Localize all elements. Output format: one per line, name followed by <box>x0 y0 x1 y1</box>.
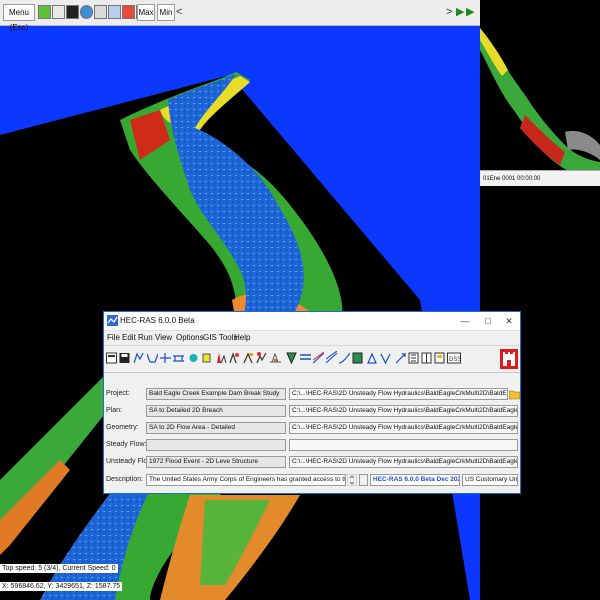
unsteady-flow-field-row: Unsteady Flow: 1972 Flood Event - 2D Lev… <box>104 456 520 470</box>
geometry-label: Geometry: <box>106 424 139 431</box>
open-icon[interactable] <box>106 351 117 365</box>
geometry-field-row: Geometry: SA to 2D Flow Area - Detailed … <box>104 422 520 436</box>
menu-help[interactable]: Help <box>234 331 250 345</box>
steady-flow-field-row: Steady Flow: <box>104 439 520 453</box>
steady-flow-path-field[interactable] <box>289 439 518 451</box>
dss-viewer-icon[interactable] <box>434 351 445 365</box>
min-button[interactable]: Min <box>157 4 175 21</box>
quasi-unsteady-icon[interactable] <box>256 351 267 365</box>
cross-section-icon[interactable] <box>147 351 158 365</box>
plan-path-field[interactable]: C:\...\HEC-RAS\2D Unsteady Flow Hydrauli… <box>289 405 518 417</box>
unsteady-flow-name-field[interactable]: 1972 Flood Event - 2D Leve Structure <box>146 456 286 468</box>
description-scroll-icon[interactable] <box>347 474 357 486</box>
stage-flow-hydrograph-icon[interactable] <box>367 351 378 365</box>
steady-flow-name-field[interactable] <box>146 439 286 451</box>
junction-icon[interactable] <box>160 351 171 365</box>
rating-curve-icon[interactable] <box>339 351 350 365</box>
palette-icon[interactable] <box>122 5 135 19</box>
viewer-toolbar: Menu (Esc) Max Min < > ▶ ▶ <box>0 0 480 32</box>
inline-structure-icon[interactable] <box>188 351 199 365</box>
3d-viewer[interactable]: Menu (Esc) Max Min < > ▶ ▶ 01Ene 0001 00… <box>0 0 600 600</box>
menu-run[interactable]: Run <box>138 331 153 345</box>
profile-table-icon[interactable] <box>408 351 419 365</box>
geometry-path-field[interactable]: C:\...\HEC-RAS\2D Unsteady Flow Hydrauli… <box>289 422 518 434</box>
toolbar: DSS <box>104 345 520 373</box>
unsteady-flow-path-field[interactable]: C:\...\HEC-RAS\2D Unsteady Flow Hydrauli… <box>289 456 518 468</box>
project-path-field[interactable]: C:\...\HEC-RAS\2D Unsteady Flow Hydrauli… <box>289 388 508 400</box>
project-field-row: Project: Bald Eagle Creek Example Dam Br… <box>104 388 520 402</box>
description-label: Description: <box>106 476 143 483</box>
coordinates-readout: X: 596846.62, Y: 3429651, Z: 1587.75 <box>0 582 123 591</box>
summary-errors-icon[interactable] <box>421 351 432 365</box>
globe-icon[interactable] <box>80 5 93 19</box>
menu-file[interactable]: File <box>107 331 120 345</box>
scroll-right-icon[interactable]: > <box>446 4 452 20</box>
cursor-icon[interactable] <box>108 5 121 19</box>
camera-icon[interactable] <box>52 5 65 19</box>
speed-status: Top speed: 5 (3/4), Current Speed: 0 <box>0 564 118 573</box>
hec-ras-window[interactable]: HEC-RAS 6.0.0 Beta — □ ✕ File Edit Run V… <box>103 311 521 494</box>
plan-name-field[interactable]: SA to Detailed 2D Breach <box>146 405 286 417</box>
xyz-plot-icon[interactable] <box>352 351 363 365</box>
lateral-structure-icon[interactable] <box>201 351 212 365</box>
description-field[interactable]: The United States Army Corps of Engineer… <box>146 474 346 486</box>
folder-icon[interactable] <box>509 388 520 400</box>
window-title: HEC-RAS 6.0.0 Beta <box>120 316 195 325</box>
water-quality-icon[interactable] <box>286 351 297 365</box>
steady-flow-icon[interactable] <box>229 351 240 365</box>
svg-text:DSS: DSS <box>449 357 461 363</box>
project-label: Project: <box>106 390 130 397</box>
unsteady-flow-icon[interactable] <box>243 351 254 365</box>
description-expand-button[interactable] <box>359 474 368 486</box>
save-icon[interactable] <box>119 351 130 365</box>
max-button[interactable]: Max <box>137 4 155 21</box>
menu-button[interactable]: Menu (Esc) <box>3 4 35 32</box>
add-icon[interactable] <box>38 5 51 19</box>
description-field-row: Description: The United States Army Corp… <box>104 473 520 489</box>
project-name-field[interactable]: Bald Eagle Creek Example Dam Break Study <box>146 388 286 400</box>
plan-field-row: Plan: SA to Detailed 2D Breach C:\...\HE… <box>104 405 520 419</box>
hydraulic-table-icon[interactable] <box>380 351 391 365</box>
detailed-table-icon[interactable] <box>395 351 406 365</box>
geometry-name-field[interactable]: SA to 2D Flow Area - Detailed <box>146 422 286 434</box>
usace-castle-logo-icon[interactable] <box>500 349 518 369</box>
maximize-button[interactable]: □ <box>477 312 499 330</box>
cross-section-plot-icon[interactable] <box>326 351 337 365</box>
steady-flow-label: Steady Flow: <box>106 441 147 448</box>
hydraulic-design-icon[interactable] <box>300 351 311 365</box>
menu-view[interactable]: View <box>155 331 172 345</box>
menu-edit[interactable]: Edit <box>122 331 136 345</box>
profile-plot-icon[interactable] <box>313 351 324 365</box>
bridge-icon[interactable] <box>173 351 184 365</box>
ras-mapper-icon[interactable]: DSS <box>447 351 461 365</box>
scroll-left-icon[interactable]: < <box>176 4 182 20</box>
version-label: HEC-RAS 6.0.0 Beta Dec 2020 <box>370 474 460 486</box>
storage-area-icon[interactable] <box>216 351 227 365</box>
hec-ras-app-icon <box>107 315 118 326</box>
minimize-button[interactable]: — <box>454 312 476 330</box>
image-icon[interactable] <box>94 5 107 19</box>
menu-bar: File Edit Run View Options GIS Tools Hel… <box>104 331 520 345</box>
plan-label: Plan: <box>106 407 122 414</box>
sediment-icon[interactable] <box>270 351 281 365</box>
close-button[interactable]: ✕ <box>498 312 520 330</box>
animal-icon[interactable] <box>66 5 79 19</box>
play-icon[interactable]: ▶ <box>456 4 464 20</box>
menu-options[interactable]: Options <box>176 331 204 345</box>
minimap[interactable] <box>480 20 600 186</box>
edit-geometry-icon[interactable] <box>134 351 145 365</box>
menu-gis-tools[interactable]: GIS Tools <box>203 331 238 345</box>
title-bar[interactable]: HEC-RAS 6.0.0 Beta — □ ✕ <box>104 312 520 331</box>
minimap-time-label: 01Ene 0001 00:00:00 <box>480 170 600 186</box>
units-label: US Customary Units <box>462 474 518 486</box>
play-forward-icon[interactable]: ▶ <box>466 4 474 20</box>
